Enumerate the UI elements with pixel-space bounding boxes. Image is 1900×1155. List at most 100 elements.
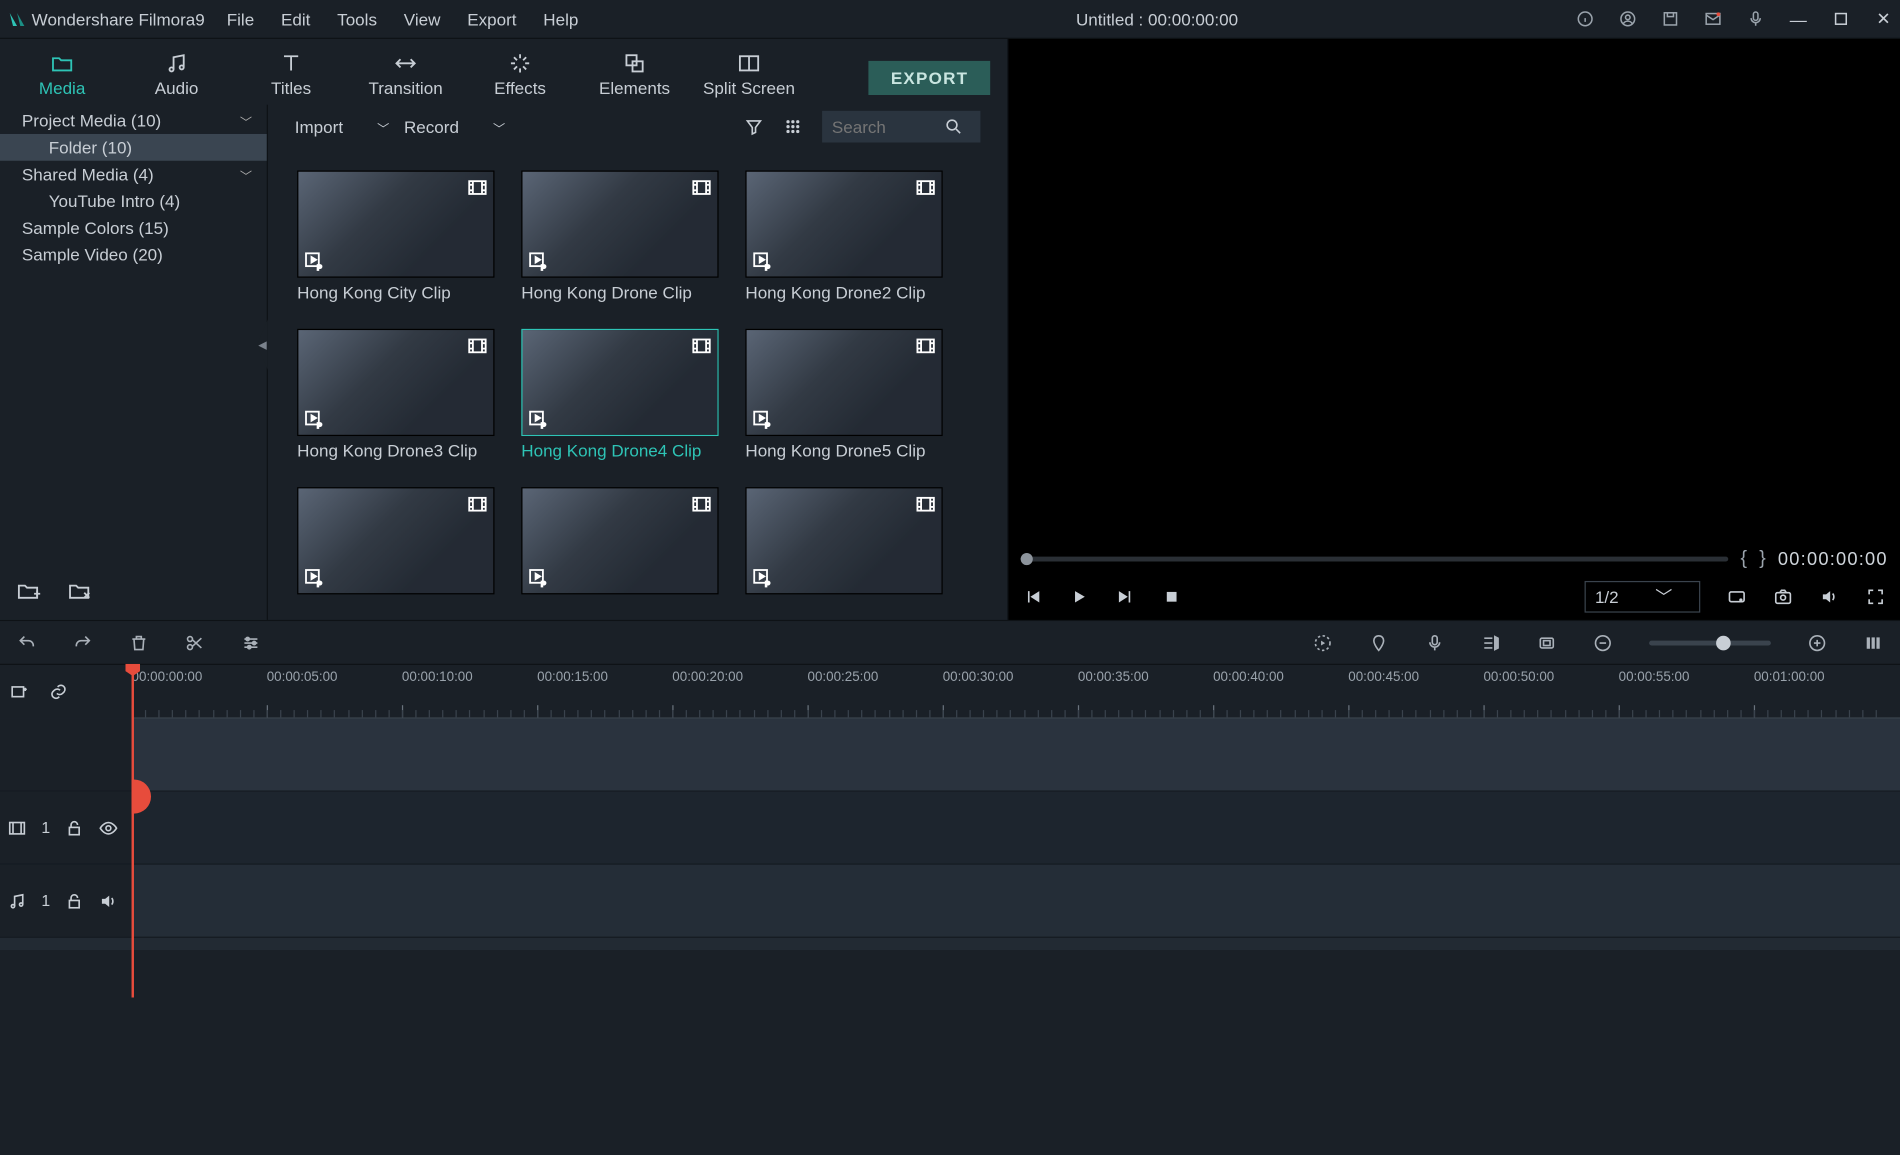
tab-transition[interactable]: Transition [348,46,462,104]
media-clip[interactable]: PHong Kong City Clip [297,171,494,303]
import-dropdown[interactable]: Import﹀ [295,114,390,138]
render-preview-icon[interactable] [1313,633,1332,652]
media-clip[interactable]: P [521,487,718,599]
mark-out-icon[interactable]: } [1759,548,1766,570]
menu-edit[interactable]: Edit [281,9,310,28]
add-to-timeline-icon[interactable]: P [527,250,549,272]
voiceover-icon[interactable] [1425,633,1444,652]
audio-track: 1 [0,865,1900,938]
media-clip[interactable]: PHong Kong Drone3 Clip [297,329,494,461]
media-clip[interactable]: PHong Kong Drone2 Clip [745,171,942,303]
marker-icon[interactable] [1369,633,1388,652]
mark-in-icon[interactable]: { [1741,548,1748,570]
menu-file[interactable]: File [227,9,254,28]
preview-scale-select[interactable]: 1/2﹀ [1584,581,1700,613]
preview-viewport[interactable] [1008,39,1900,544]
redo-button[interactable] [73,633,92,652]
edit-button[interactable] [241,633,260,652]
grid-view-icon[interactable] [783,117,802,136]
add-to-timeline-icon[interactable]: P [751,250,773,272]
snapshot-icon[interactable] [1773,587,1792,606]
sidebar-item[interactable]: YouTube Intro (4) [0,188,267,215]
music-icon [7,891,26,910]
menu-tools[interactable]: Tools [337,9,377,28]
mic-icon[interactable] [1747,10,1765,28]
clip-label: Hong Kong Drone Clip [521,283,718,302]
sidebar-item[interactable]: Folder (10) [0,134,267,161]
undo-button[interactable] [17,633,36,652]
split-button[interactable] [185,633,204,652]
app-name: Wondershare Filmora9 [32,9,205,28]
track-lane[interactable] [132,719,1900,791]
sidebar-item[interactable]: Project Media (10)﹀ [0,107,267,134]
lock-icon[interactable] [65,891,84,910]
add-to-timeline-icon[interactable]: P [303,250,325,272]
tab-titles[interactable]: Titles [234,46,348,104]
filmstrip-icon [691,177,713,199]
prev-frame-button[interactable] [1023,587,1042,606]
maximize-button[interactable] [1832,10,1850,28]
svg-text:P: P [317,263,322,272]
sidebar-item[interactable]: Sample Colors (15) [0,214,267,241]
search-box[interactable] [822,111,980,143]
add-to-timeline-icon[interactable]: P [751,566,773,588]
message-icon[interactable] [1704,10,1722,28]
quality-icon[interactable] [1727,587,1746,606]
menu-help[interactable]: Help [543,9,578,28]
media-clip[interactable]: P Hong Kong Drone Clip [521,171,718,303]
info-icon[interactable] [1576,10,1594,28]
media-clip[interactable]: PHong Kong Drone5 Clip [745,329,942,461]
zoom-out-icon[interactable] [1593,633,1612,652]
sidebar-item[interactable]: Shared Media (4)﹀ [0,161,267,188]
visibility-icon[interactable] [99,818,118,837]
link-icon[interactable] [49,682,68,701]
media-clip[interactable]: P [745,487,942,599]
zoom-in-icon[interactable] [1807,633,1826,652]
swap-icon [393,51,417,75]
zoom-fit-icon[interactable] [1863,633,1882,652]
next-frame-button[interactable] [1116,587,1135,606]
add-to-timeline-icon[interactable]: P [303,566,325,588]
record-dropdown[interactable]: Record﹀ [404,114,505,138]
add-to-timeline-icon[interactable]: P [527,566,549,588]
add-track-icon[interactable] [10,682,29,701]
mute-icon[interactable] [99,891,118,910]
close-button[interactable]: ✕ [1874,10,1892,28]
tab-effects[interactable]: Effects [463,46,577,104]
filter-icon[interactable] [744,117,763,136]
fullscreen-icon[interactable] [1866,587,1885,606]
track-lane[interactable] [132,792,1900,864]
media-clip[interactable]: PHong Kong Drone4 Clip [521,329,718,461]
account-icon[interactable] [1619,10,1637,28]
tab-split[interactable]: Split Screen [692,46,806,104]
volume-icon[interactable] [1820,587,1839,606]
tab-elements[interactable]: Elements [577,46,691,104]
add-to-timeline-icon[interactable]: P [303,408,325,430]
tab-media[interactable]: Media [5,46,119,104]
tab-audio[interactable]: Audio [119,46,233,104]
new-folder-icon[interactable] [15,579,42,603]
minimize-button[interactable]: — [1789,10,1807,28]
delete-button[interactable] [129,633,148,652]
search-input[interactable] [832,117,944,136]
track-lane[interactable] [132,865,1900,937]
play-button[interactable] [1069,587,1088,606]
menu-view[interactable]: View [404,9,441,28]
lock-icon[interactable] [65,818,84,837]
save-icon[interactable] [1661,10,1679,28]
menu-export[interactable]: Export [467,9,516,28]
filmstrip-icon [691,493,713,515]
crop-icon[interactable] [1537,633,1556,652]
export-button[interactable]: EXPORT [869,61,990,95]
media-clip[interactable]: P [297,487,494,599]
audio-track-number: 1 [41,892,50,910]
add-to-timeline-icon[interactable]: P [751,408,773,430]
sidebar-item[interactable]: Sample Video (20) [0,241,267,268]
zoom-slider[interactable] [1649,640,1771,645]
stop-button[interactable] [1162,587,1181,606]
timeline-ruler[interactable]: 00:00:00:0000:00:05:0000:00:10:0000:00:1… [132,665,1900,719]
audio-mixer-icon[interactable] [1481,633,1500,652]
add-to-timeline-icon[interactable]: P [527,408,549,430]
delete-folder-icon[interactable] [66,579,93,603]
preview-scrubber[interactable] [1021,557,1729,562]
